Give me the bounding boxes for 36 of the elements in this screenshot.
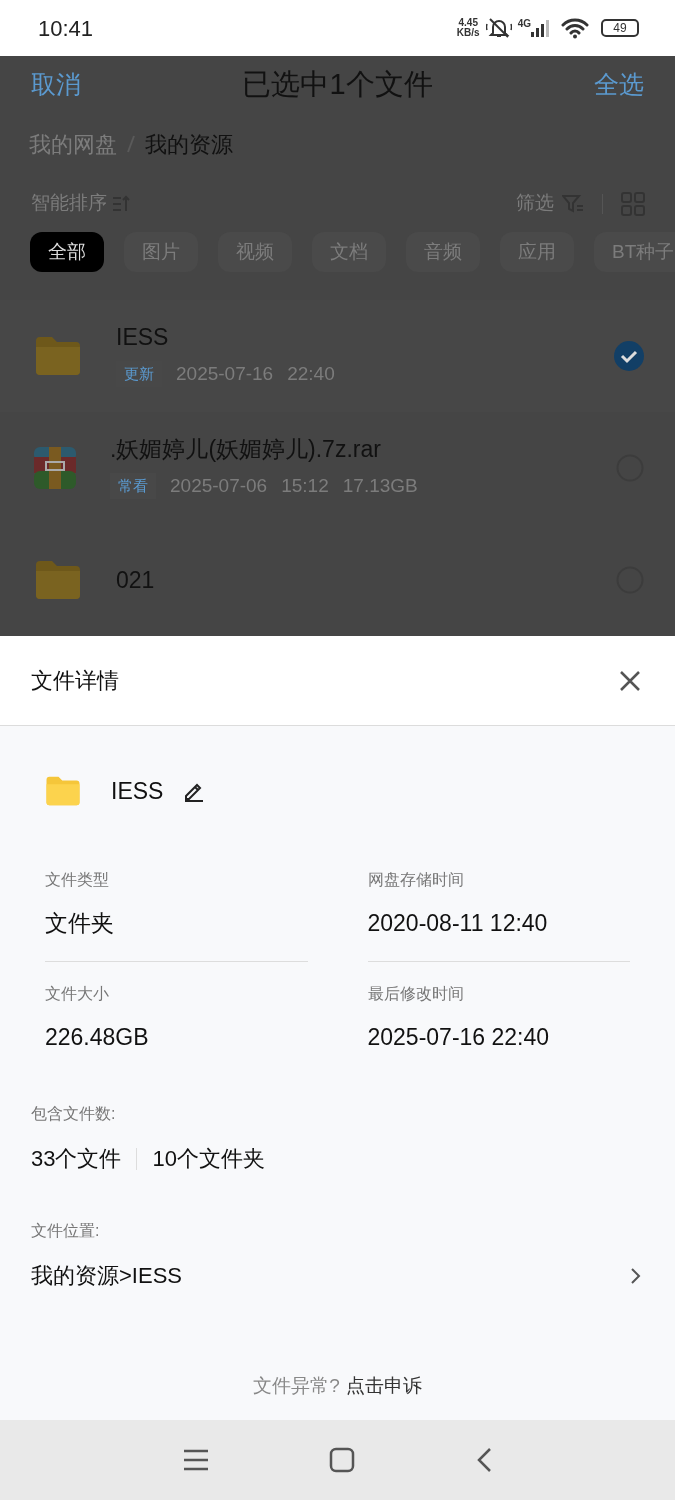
detail-value: 226.48GB (45, 1023, 150, 1052)
select-all-button[interactable]: 全选 (594, 65, 644, 104)
count-value: 33个文件 (31, 1145, 122, 1173)
detail-label: 文件类型 (45, 870, 110, 890)
sheet-title: 文件详情 (31, 667, 119, 695)
category-chip[interactable]: 全部 (30, 232, 104, 272)
detail-value: 2025-07-16 22:40 (367, 1023, 551, 1052)
folder-icon (34, 559, 82, 601)
count-label: 包含文件数: (31, 1104, 117, 1124)
detail-value: 2020-08-11 12:40 (367, 909, 549, 938)
location-link[interactable]: 我的资源>IESS (31, 1259, 641, 1292)
detail-value: 文件夹 (45, 909, 115, 938)
detail-label: 最后修改时间 (367, 984, 465, 1004)
network-type: 4G (517, 19, 531, 29)
chevron-right-icon (629, 1266, 641, 1285)
home-square-icon[interactable] (328, 1447, 355, 1473)
network-speed: 4.45 KB/s (456, 18, 480, 38)
battery-indicator: 49 (601, 19, 639, 37)
close-button[interactable] (619, 669, 641, 692)
folder-icon (34, 335, 82, 377)
close-icon (619, 669, 641, 692)
appeal-link[interactable]: 点击申诉 (345, 1372, 422, 1401)
cancel-button[interactable]: 取消 (31, 65, 81, 104)
file-name: IESS (111, 776, 164, 806)
signal-icon (531, 19, 551, 37)
footer-text: 文件异常? (253, 1374, 340, 1398)
detail-label: 网盘存储时间 (367, 870, 465, 890)
clock-time: 10:41 (38, 14, 94, 43)
folder-icon (45, 775, 81, 807)
wifi-icon (561, 17, 589, 39)
count-value: 10个文件夹 (152, 1145, 265, 1173)
muted-bell-icon (485, 16, 512, 40)
archive-icon (34, 447, 76, 489)
detail-label: 文件大小 (45, 984, 110, 1004)
menu-icon[interactable] (182, 1449, 209, 1471)
location-label: 文件位置: (31, 1221, 101, 1241)
